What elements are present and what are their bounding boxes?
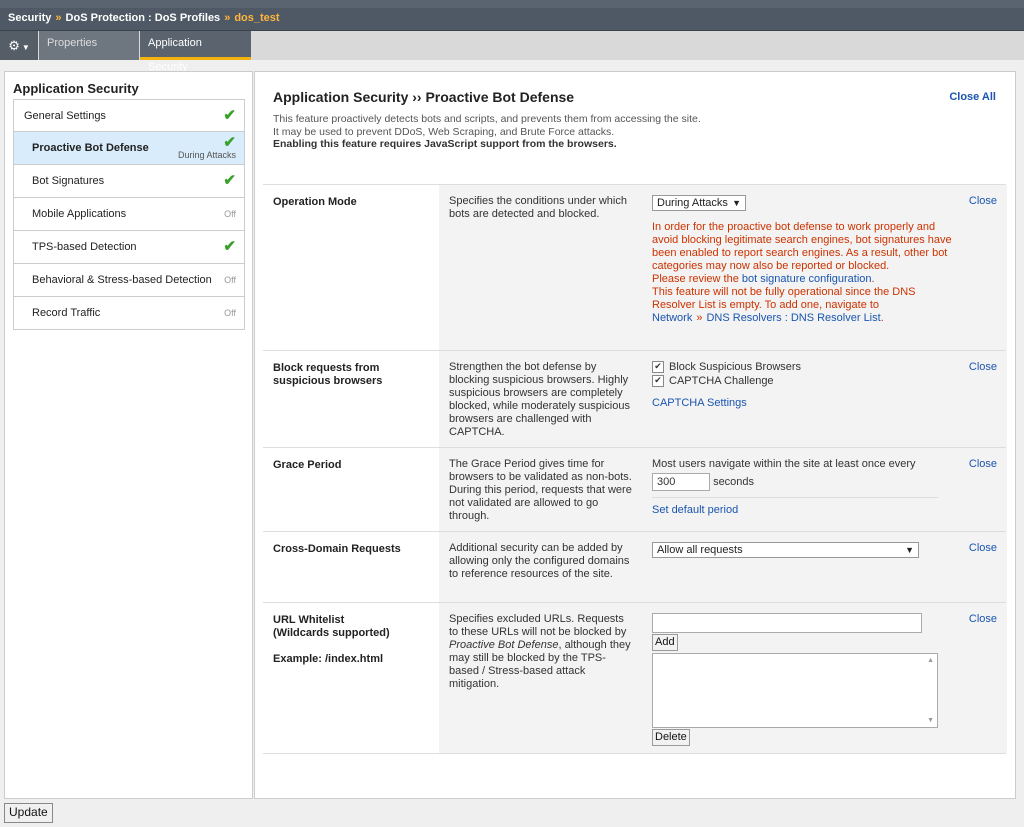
intro-line: This feature proactively detects bots an…: [273, 113, 701, 125]
gear-icon: ⚙: [8, 38, 20, 53]
update-button[interactable]: Update: [4, 803, 53, 823]
sidebar-item-status: During Attacks: [177, 150, 236, 160]
dropdown-arrow-icon: ▼: [732, 198, 741, 208]
row-value: Most users navigate within the site at l…: [652, 458, 952, 516]
sidebar-item-general-settings[interactable]: General Settings ✔: [13, 99, 245, 132]
row-url-whitelist: URL Whitelist (Wildcards supported) Exam…: [263, 602, 1007, 754]
scroll-up-icon: ▲: [927, 657, 934, 664]
example-text: Example: /index.html: [273, 653, 384, 665]
row-value: Allow all requests ▼: [652, 542, 952, 558]
captcha-settings-link[interactable]: CAPTCHA Settings: [652, 397, 952, 409]
sidebar-item-status: Off: [224, 275, 236, 285]
breadcrumb-current: dos_test: [234, 12, 280, 24]
page-title: Application Security ›› Proactive Bot De…: [273, 89, 575, 105]
top-strip: [0, 0, 1024, 8]
sidebar-item-label: Mobile Applications: [32, 208, 127, 220]
sidebar-title: Application Security: [13, 81, 139, 96]
close-link[interactable]: Close: [969, 458, 997, 470]
row-title: URL Whitelist (Wildcards supported) Exam…: [273, 614, 390, 665]
url-whitelist-list[interactable]: ▲ ▼: [652, 653, 938, 728]
sidebar-item-label: Proactive Bot Defense: [32, 142, 149, 154]
breadcrumb-separator: »: [55, 12, 62, 24]
warning-text: In order for the proactive bot defense t…: [652, 221, 952, 324]
sidebar-item-tps-based-detection[interactable]: TPS-based Detection ✔: [13, 231, 245, 264]
close-link[interactable]: Close: [969, 361, 997, 373]
sidebar-item-behavioral-detection[interactable]: Behavioral & Stress-based Detection Off: [13, 264, 245, 297]
sidebar-item-label: TPS-based Detection: [32, 241, 137, 253]
tab-properties[interactable]: Properties: [39, 31, 139, 60]
intro-line-bold: Enabling this feature requires JavaScrip…: [273, 138, 617, 150]
sidebar-item-label: General Settings: [24, 110, 106, 122]
gear-menu-button[interactable]: ⚙ ▼: [0, 31, 38, 60]
sidebar-item-mobile-applications[interactable]: Mobile Applications Off: [13, 198, 245, 231]
sidebar-item-proactive-bot-defense[interactable]: Proactive Bot Defense ✔ During Attacks: [13, 132, 245, 165]
intro-line: It may be used to prevent DDoS, Web Scra…: [273, 125, 615, 138]
sidebar-item-label: Bot Signatures: [32, 175, 105, 187]
operation-mode-select[interactable]: During Attacks ▼: [652, 195, 746, 211]
row-description: The Grace Period gives time for browsers…: [449, 458, 632, 522]
breadcrumb-separator: »: [224, 12, 231, 24]
main-panel: Application Security ›› Proactive Bot De…: [254, 71, 1016, 799]
row-operation-mode: Operation Mode Specifies the conditions …: [263, 184, 1007, 351]
captcha-challenge-checkbox[interactable]: ✔ CAPTCHA Challenge: [652, 375, 952, 387]
cross-domain-select[interactable]: Allow all requests ▼: [652, 542, 919, 558]
scrollbar[interactable]: ▲ ▼: [923, 654, 937, 727]
tab-application-security[interactable]: Application Security: [140, 31, 251, 73]
close-link[interactable]: Close: [969, 542, 997, 554]
sidebar-list: General Settings ✔ Proactive Bot Defense…: [13, 99, 245, 330]
sidebar-item-record-traffic[interactable]: Record Traffic Off: [13, 297, 245, 330]
row-title: Grace Period: [273, 459, 342, 471]
check-icon: ✔: [223, 107, 236, 124]
intro-text: This feature proactively detects bots an…: [273, 113, 723, 151]
sidebar-item-status: Off: [224, 308, 236, 318]
breadcrumb: Security» DoS Protection : DoS Profiles» d…: [8, 12, 280, 24]
network-link[interactable]: Network: [652, 312, 692, 324]
chevron-down-icon: ▼: [21, 43, 30, 52]
close-link[interactable]: Close: [969, 613, 997, 625]
row-title: Cross-Domain Requests: [273, 543, 401, 555]
row-cross-domain: Cross-Domain Requests Additional securit…: [263, 531, 1007, 603]
dropdown-arrow-icon: ▼: [905, 545, 914, 555]
row-value: During Attacks ▼ In order for the proacti…: [652, 195, 952, 325]
row-description: Strengthen the bot defense by blocking s…: [449, 361, 630, 438]
row-title: Block requests from suspicious browsers: [273, 362, 383, 387]
grace-period-input[interactable]: 300: [652, 473, 710, 491]
breadcrumb-security[interactable]: Security: [8, 12, 51, 24]
check-icon: ✔: [223, 238, 236, 255]
row-title: Operation Mode: [273, 196, 357, 208]
row-value: Add ▲ ▼ Delete: [652, 613, 952, 746]
url-whitelist-input[interactable]: [652, 613, 922, 633]
close-all-link[interactable]: Close All: [949, 91, 996, 103]
sidebar-item-bot-signatures[interactable]: Bot Signatures ✔: [13, 165, 245, 198]
bot-signature-config-link[interactable]: bot signature configuration: [742, 273, 872, 285]
row-block-requests: Block requests from suspicious browsers …: [263, 350, 1007, 448]
breadcrumb-dos-profiles[interactable]: DoS Protection : DoS Profiles: [66, 12, 221, 24]
add-button[interactable]: Add: [652, 634, 678, 651]
dns-resolver-list-link[interactable]: DNS Resolvers : DNS Resolver List: [706, 312, 880, 324]
check-icon: ✔: [223, 172, 236, 189]
set-default-period-link[interactable]: Set default period: [652, 504, 952, 516]
row-description: Specifies excluded URLs. Requests to the…: [449, 613, 631, 690]
checkbox-checked-icon: ✔: [652, 375, 664, 387]
row-description: Specifies the conditions under which bot…: [449, 195, 627, 220]
seconds-label: seconds: [713, 475, 755, 488]
sidebar-item-label: Record Traffic: [32, 307, 101, 319]
row-grace-period: Grace Period The Grace Period gives time…: [263, 447, 1007, 532]
scroll-down-icon: ▼: [927, 717, 934, 724]
row-description: Additional security can be added by allo…: [449, 542, 630, 580]
sidebar: Application Security General Settings ✔ …: [4, 71, 253, 799]
grace-period-text: Most users navigate within the site at l…: [652, 458, 916, 470]
tab-bar: ⚙ ▼ Properties Application Security: [0, 31, 1024, 73]
sidebar-item-label: Behavioral & Stress-based Detection: [32, 274, 212, 286]
checkbox-checked-icon: ✔: [652, 361, 664, 373]
block-suspicious-checkbox[interactable]: ✔ Block Suspicious Browsers: [652, 361, 952, 373]
breadcrumb-bar: Security» DoS Protection : DoS Profiles» d…: [0, 8, 1024, 31]
close-link[interactable]: Close: [969, 195, 997, 207]
check-icon: ✔: [223, 134, 236, 151]
delete-button[interactable]: Delete: [652, 729, 690, 746]
row-value: ✔ Block Suspicious Browsers ✔ CAPTCHA Chal…: [652, 361, 952, 409]
sidebar-item-status: Off: [224, 209, 236, 219]
